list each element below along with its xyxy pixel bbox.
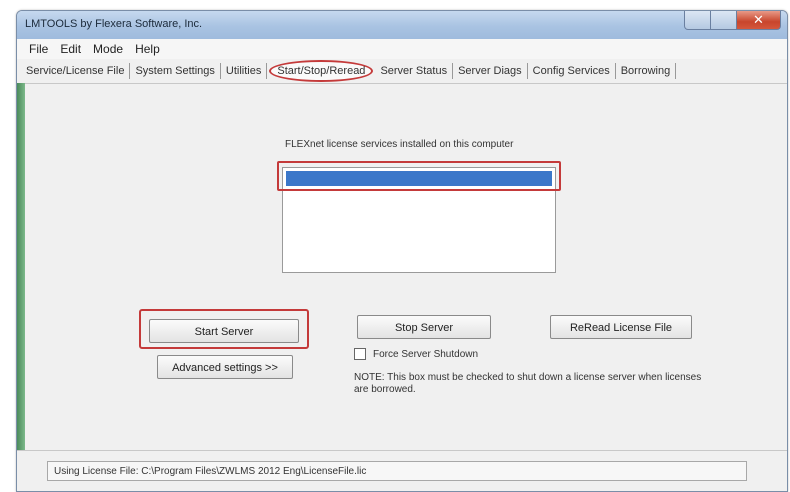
tab-utilities[interactable]: Utilities bbox=[221, 63, 268, 79]
tab-config-services[interactable]: Config Services bbox=[528, 63, 616, 79]
tab-server-diags[interactable]: Server Diags bbox=[453, 63, 528, 79]
license-file-status: Using License File: C:\Program Files\ZWL… bbox=[47, 461, 747, 481]
caption-buttons: ✕ bbox=[684, 11, 781, 31]
menu-edit[interactable]: Edit bbox=[54, 40, 87, 58]
advanced-settings-button[interactable]: Advanced settings >> bbox=[157, 355, 293, 379]
minimize-button[interactable] bbox=[684, 11, 711, 30]
stop-server-button[interactable]: Stop Server bbox=[357, 315, 491, 339]
reread-license-button[interactable]: ReRead License File bbox=[550, 315, 692, 339]
force-shutdown-checkbox[interactable] bbox=[354, 348, 366, 360]
status-bar: Using License File: C:\Program Files\ZWL… bbox=[17, 450, 787, 491]
start-server-button[interactable]: Start Server bbox=[149, 319, 299, 343]
force-shutdown-label: Force Server Shutdown bbox=[373, 348, 479, 360]
menu-mode[interactable]: Mode bbox=[87, 40, 129, 58]
decorative-strip bbox=[17, 83, 25, 451]
window-title: LMTOOLS by Flexera Software, Inc. bbox=[25, 18, 203, 30]
borrowed-note: NOTE: This box must be checked to shut d… bbox=[354, 372, 702, 395]
menu-file[interactable]: File bbox=[23, 40, 54, 58]
annotation-highlight-list bbox=[277, 161, 561, 191]
title-bar[interactable]: LMTOOLS by Flexera Software, Inc. ✕ bbox=[17, 11, 787, 39]
tab-start-stop-reread[interactable]: Start/Stop/Reread bbox=[269, 60, 374, 82]
tab-server-status[interactable]: Server Status bbox=[375, 63, 454, 79]
close-button[interactable]: ✕ bbox=[737, 11, 781, 30]
close-icon: ✕ bbox=[753, 12, 764, 27]
tab-strip: Service/License File System Settings Uti… bbox=[17, 59, 787, 84]
force-shutdown-row: Force Server Shutdown bbox=[354, 348, 478, 360]
menu-bar: File Edit Mode Help bbox=[17, 39, 787, 59]
tab-service-license-file[interactable]: Service/License File bbox=[21, 63, 131, 79]
tab-content: FLEXnet license services installed on th… bbox=[17, 83, 787, 491]
lmtools-window: LMTOOLS by Flexera Software, Inc. ✕ File… bbox=[16, 10, 788, 492]
maximize-button[interactable] bbox=[711, 11, 737, 30]
tab-borrowing[interactable]: Borrowing bbox=[616, 63, 677, 79]
installed-services-label: FLEXnet license services installed on th… bbox=[285, 139, 514, 150]
menu-help[interactable]: Help bbox=[129, 40, 166, 58]
tab-system-settings[interactable]: System Settings bbox=[130, 63, 221, 79]
